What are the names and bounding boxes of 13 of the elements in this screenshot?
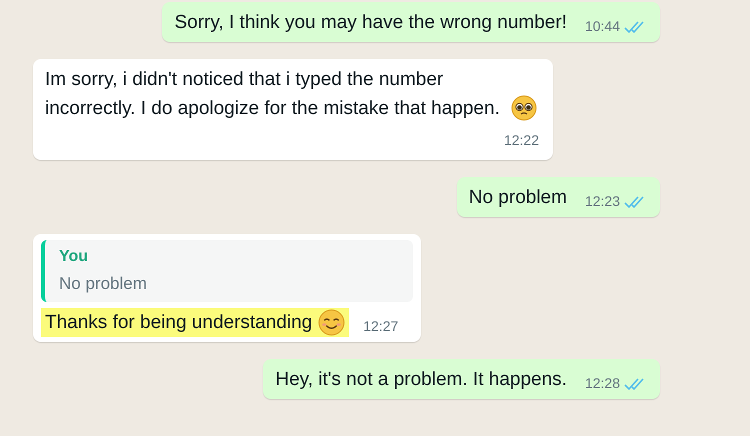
message-text: Sorry, I think you may have the wrong number! [174, 11, 567, 35]
quoted-message[interactable]: You No problem [41, 240, 413, 302]
message-time: 12:23 [584, 192, 620, 211]
message-time: 10:44 [584, 17, 620, 36]
quote-text: No problem [59, 273, 148, 295]
message-text: Thanks for being understanding [45, 311, 312, 335]
message-time: 12:27 [363, 317, 398, 336]
message-text: No problem [468, 186, 567, 210]
message-time: 12:22 [504, 131, 539, 150]
message-time: 12:28 [584, 374, 620, 393]
quote-author: You [59, 247, 90, 267]
message-text: Hey, it's not a problem. It happens. [275, 368, 567, 392]
message-text: Im sorry, i didn't noticed that i typed the number incorrectly. I do apologize for the mistake that happen. [45, 68, 501, 121]
